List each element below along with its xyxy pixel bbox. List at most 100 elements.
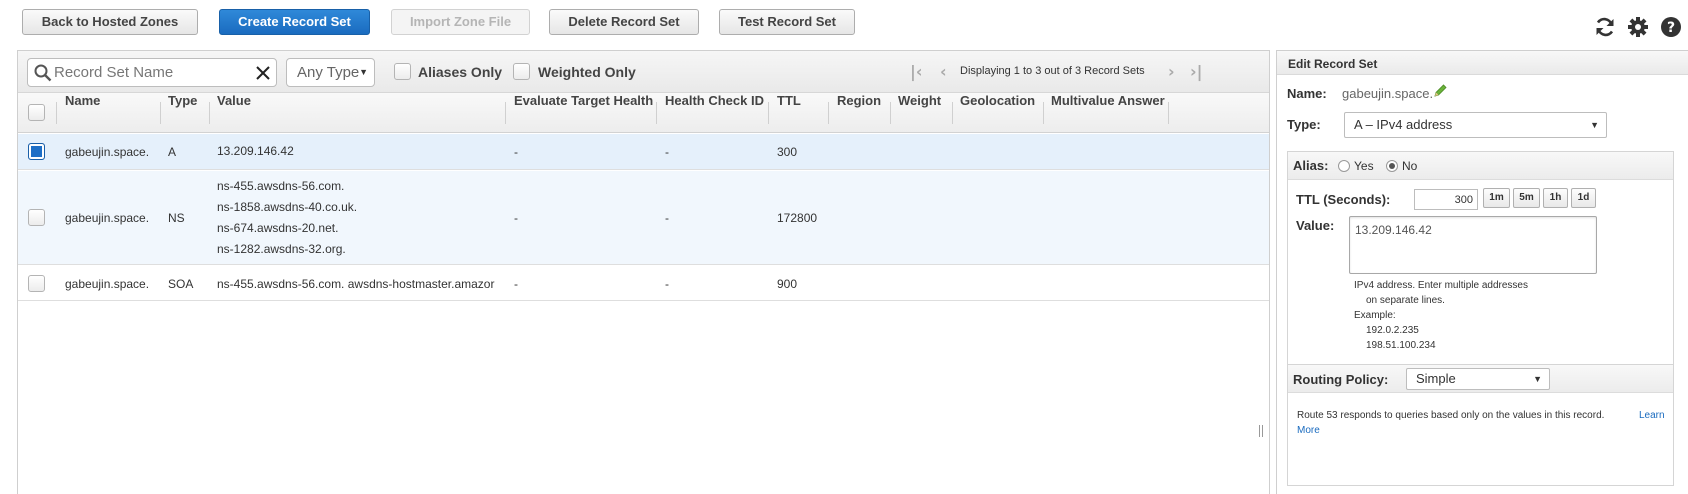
aliases-only-checkbox[interactable] (394, 63, 411, 80)
col-ttl[interactable]: TTL (777, 93, 801, 133)
record-value-line: ns-1282.awsdns-32.org. (217, 242, 346, 256)
last-page-icon[interactable]: ›| (1190, 62, 1202, 81)
chevron-down-icon: ▼ (1533, 374, 1542, 384)
weighted-only-label: Weighted Only (538, 64, 636, 80)
value-text: 13.209.146.42 (1355, 223, 1432, 237)
routing-policy-value: Simple (1416, 371, 1456, 386)
name-value: gabeujin.space. (1342, 86, 1434, 101)
record-health-check-id: - (665, 211, 669, 225)
type-label: Type: (1287, 117, 1321, 132)
more-link[interactable]: More (1297, 423, 1667, 438)
record-evaluate-health: - (514, 277, 518, 291)
col-geolocation[interactable]: Geolocation (960, 93, 1035, 133)
col-evaluate-target-health[interactable]: Evaluate Target Health (514, 93, 653, 133)
routing-policy-select[interactable]: Simple ▼ (1406, 368, 1550, 390)
ttl-1m-button[interactable]: 1m (1483, 188, 1510, 208)
type-filter-select[interactable]: Any Type ▼ (286, 58, 375, 87)
row-checkbox[interactable] (28, 143, 45, 160)
record-evaluate-health: - (514, 211, 518, 225)
ttl-label: TTL (Seconds): (1296, 192, 1391, 207)
help-line: 198.51.100.234 (1366, 340, 1436, 351)
weighted-only-checkbox[interactable] (513, 63, 530, 80)
first-page-icon[interactable]: |‹ (910, 62, 922, 81)
select-all-checkbox[interactable] (28, 104, 45, 121)
record-type: A (168, 145, 177, 159)
learn-link[interactable]: Learn (1639, 408, 1665, 423)
edit-panel-title: Edit Record Set (1288, 57, 1378, 71)
ttl-input[interactable] (1414, 189, 1478, 210)
record-value: 13.209.146.42 (217, 144, 294, 158)
chevron-down-icon: ▼ (359, 67, 368, 77)
back-to-hosted-zones-button[interactable]: Back to Hosted Zones (22, 9, 198, 35)
record-ttl: 300 (777, 145, 798, 159)
edit-record-set-panel: Edit Record Set Name: gabeujin.space. Ty… (1276, 50, 1688, 494)
search-icon (34, 64, 52, 82)
value-label: Value: (1296, 218, 1335, 233)
record-type-select[interactable]: A – IPv4 address ▼ (1344, 112, 1607, 138)
type-filter-value: Any Type (297, 64, 360, 81)
record-type: SOA (168, 277, 194, 291)
alias-label: Alias: (1293, 158, 1329, 173)
record-values-group: Alias: Yes No TTL (Seconds): 1m 5m 1h 1d… (1287, 151, 1674, 365)
name-label: Name: (1287, 86, 1327, 101)
alias-yes-label: Yes (1354, 159, 1374, 173)
aliases-only-label: Aliases Only (418, 64, 503, 80)
alias-yes-radio[interactable] (1338, 160, 1350, 172)
record-type: NS (168, 211, 185, 225)
panel-resize-handle[interactable] (1259, 425, 1263, 437)
refresh-icon[interactable] (1594, 16, 1616, 38)
record-value: ns-455.awsdns-56.com. ns-1858.awsdns-40.… (217, 176, 357, 260)
alias-no-label: No (1402, 159, 1418, 173)
col-weight[interactable]: Weight (898, 93, 941, 133)
help-line: on separate lines. (1366, 295, 1445, 306)
help-icon[interactable]: ? (1660, 16, 1682, 38)
col-multivalue-answer[interactable]: Multivalue Answer (1051, 93, 1165, 133)
chevron-down-icon: ▼ (1590, 120, 1599, 130)
record-name: gabeujin.space. (65, 211, 150, 225)
table-row[interactable]: gabeujin.space. SOA ns-455.awsdns-56.com… (18, 266, 1269, 301)
value-textarea[interactable]: 13.209.146.42 (1349, 216, 1597, 274)
record-health-check-id: - (665, 277, 669, 291)
pager-text: Displaying 1 to 3 out of 3 Record Sets (960, 65, 1145, 77)
record-sets-panel: Any Type ▼ Aliases Only Weighted Only |‹… (17, 50, 1270, 494)
clear-search-icon[interactable] (255, 65, 271, 81)
search-input[interactable] (52, 61, 252, 84)
ttl-1h-button[interactable]: 1h (1543, 188, 1568, 208)
alias-no-radio[interactable] (1386, 160, 1398, 172)
table-row[interactable]: gabeujin.space. A 13.209.146.42 - - 300 (18, 134, 1269, 170)
edit-panel-header: Edit Record Set (1277, 51, 1688, 75)
record-value-line: ns-674.awsdns-20.net. (217, 221, 339, 235)
alias-row: Alias: Yes No (1288, 152, 1673, 180)
help-line: IPv4 address. Enter multiple addresses (1354, 280, 1528, 291)
table-header: Name Type Value Evaluate Target Health H… (18, 93, 1269, 133)
routing-policy-group: Routing Policy: Simple ▼ Route 53 respon… (1287, 364, 1674, 486)
routing-policy-row: Routing Policy: Simple ▼ (1288, 365, 1673, 393)
row-checkbox[interactable] (28, 209, 45, 226)
test-record-set-button[interactable]: Test Record Set (719, 9, 855, 35)
search-box[interactable] (27, 58, 277, 87)
table-row[interactable]: gabeujin.space. NS ns-455.awsdns-56.com.… (18, 171, 1269, 265)
record-ttl: 172800 (777, 211, 818, 225)
gear-icon[interactable] (1627, 16, 1649, 38)
record-evaluate-health: - (514, 145, 518, 159)
help-line: 192.0.2.235 (1366, 325, 1419, 336)
col-name[interactable]: Name (65, 93, 100, 133)
record-name: gabeujin.space. (65, 145, 150, 159)
create-record-set-button[interactable]: Create Record Set (219, 9, 370, 35)
delete-record-set-button[interactable]: Delete Record Set (549, 9, 699, 35)
record-ttl: 900 (777, 277, 798, 291)
record-value-line: ns-455.awsdns-56.com. (217, 179, 345, 193)
ttl-1d-button[interactable]: 1d (1571, 188, 1596, 208)
value-help-text: IPv4 address. Enter multiple addresses o… (1354, 278, 1528, 353)
ttl-5m-button[interactable]: 5m (1513, 188, 1540, 208)
record-health-check-id: - (665, 145, 669, 159)
col-value[interactable]: Value (217, 93, 251, 133)
next-page-icon[interactable]: › (1168, 62, 1175, 81)
col-health-check-id[interactable]: Health Check ID (665, 93, 764, 133)
col-type[interactable]: Type (168, 93, 197, 133)
row-checkbox[interactable] (28, 275, 45, 292)
previous-page-icon[interactable]: ‹ (940, 62, 947, 81)
col-region[interactable]: Region (837, 93, 881, 133)
record-value: ns-455.awsdns-56.com. awsdns-hostmaster.… (217, 277, 495, 291)
edit-pencil-icon[interactable] (1433, 83, 1448, 98)
